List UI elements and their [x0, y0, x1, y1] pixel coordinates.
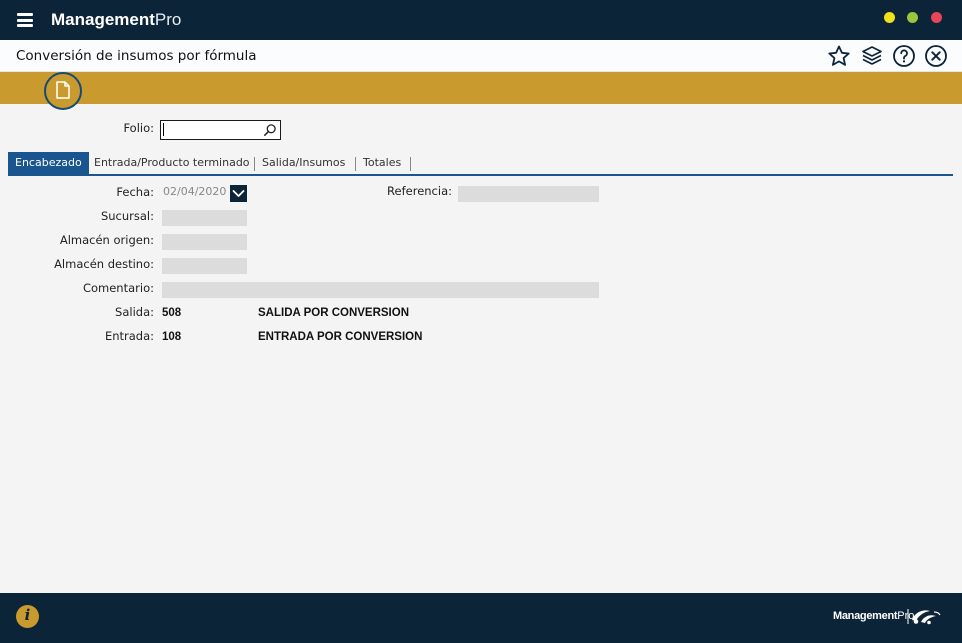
minimize-button[interactable]: [884, 12, 895, 23]
entrada-description: ENTRADA POR CONVERSION: [258, 331, 423, 343]
date-picker-button[interactable]: [230, 185, 247, 202]
folio-label: Folio:: [123, 121, 154, 135]
tab-bar: Encabezado Entrada/Producto terminado Sa…: [8, 152, 953, 176]
tab-entrada-producto-terminado[interactable]: Entrada/Producto terminado: [94, 152, 250, 174]
app-title-bold: Management: [51, 10, 155, 29]
app-title-regular: Pro: [154, 10, 182, 29]
new-document-icon: [56, 81, 70, 99]
salida-description: SALIDA POR CONVERSION: [258, 307, 410, 319]
almacen-origen-label: Almacén origen:: [59, 233, 154, 247]
folio-input[interactable]: [163, 122, 261, 137]
footer-brand-bold: Management: [833, 610, 898, 622]
tab-separator: [410, 157, 411, 171]
maximize-button[interactable]: [907, 12, 918, 23]
almacen-origen-field[interactable]: [162, 234, 247, 250]
sucursal-field[interactable]: [162, 210, 247, 226]
hamburger-menu-icon[interactable]: [17, 13, 33, 27]
footer-brand: ManagementPro: [833, 610, 914, 622]
referencia-label: Referencia:: [387, 184, 452, 198]
help-icon[interactable]: [892, 44, 916, 68]
salida-code: 508: [162, 307, 182, 319]
search-icon[interactable]: [263, 123, 277, 137]
info-icon[interactable]: i: [16, 605, 39, 628]
close-icon[interactable]: [924, 44, 948, 68]
salida-label: Salida:: [115, 305, 154, 319]
new-document-button[interactable]: [44, 72, 82, 110]
fecha-label: Fecha:: [116, 185, 154, 199]
entrada-label: Entrada:: [104, 329, 154, 343]
comentario-label: Comentario:: [82, 281, 154, 295]
layers-icon[interactable]: [860, 44, 884, 68]
comentario-field[interactable]: [162, 282, 599, 298]
text-caret: [163, 123, 164, 136]
footer: i ManagementPro: [0, 593, 962, 643]
fecha-value: 02/04/2020: [163, 185, 227, 198]
page-title: Conversión de insumos por fórmula: [16, 48, 257, 64]
page-header: Conversión de insumos por fórmula: [0, 40, 962, 72]
entrada-code: 108: [162, 331, 182, 343]
star-icon[interactable]: [827, 44, 851, 68]
window-close-button[interactable]: [931, 12, 942, 23]
tab-separator: [254, 157, 255, 171]
tab-separator: [355, 157, 356, 171]
tab-encabezado[interactable]: Encabezado: [8, 152, 89, 174]
almacen-destino-label: Almacén destino:: [54, 257, 154, 271]
brand-logo-icon: [907, 609, 941, 625]
tab-salida-insumos[interactable]: Salida/Insumos: [262, 152, 345, 174]
app-title: ManagementPro: [51, 10, 181, 30]
chevron-down-icon: [232, 190, 245, 197]
toolbar: [0, 72, 962, 104]
referencia-field[interactable]: [458, 186, 599, 202]
title-bar: ManagementPro: [0, 0, 962, 40]
almacen-destino-field[interactable]: [162, 258, 247, 274]
sucursal-label: Sucursal:: [100, 209, 154, 223]
tab-totales[interactable]: Totales: [363, 152, 401, 174]
folio-field[interactable]: [160, 120, 281, 140]
